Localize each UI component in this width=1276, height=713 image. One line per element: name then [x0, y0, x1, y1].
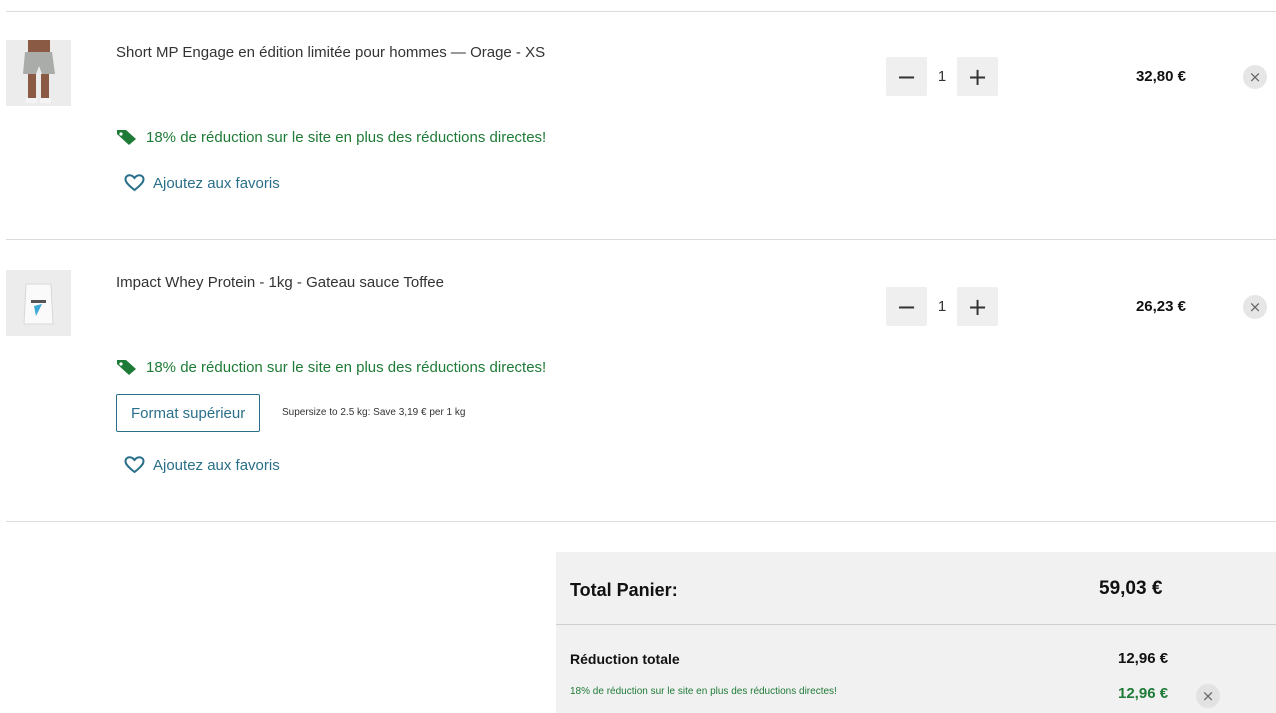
remove-item-button[interactable]: × — [1243, 295, 1267, 319]
decrease-quantity-button[interactable]: − — [886, 57, 927, 96]
product-image-whey[interactable] — [6, 270, 71, 336]
cart-summary: Total Panier: 59,03 € Réduction totale 1… — [556, 552, 1276, 713]
heart-icon — [124, 174, 145, 192]
promo-message: 18% de réduction sur le site en plus des… — [116, 358, 546, 376]
summary-divider — [556, 624, 1276, 625]
promo-discount-value: 12,96 € — [1118, 685, 1169, 702]
discount-label: Réduction totale — [570, 651, 680, 667]
quantity-value: 1 — [937, 68, 947, 85]
promo-message: 18% de réduction sur le site en plus des… — [116, 128, 546, 146]
decrease-quantity-button[interactable]: − — [886, 287, 927, 326]
promo-text: 18% de réduction sur le site en plus des… — [146, 128, 547, 146]
item-price: 26,23 € — [1135, 298, 1186, 315]
product-title[interactable]: Impact Whey Protein - 1kg - Gateau sauce… — [116, 274, 444, 291]
product-image-shorts[interactable] — [6, 40, 71, 106]
add-to-favorites-link[interactable]: Ajoutez aux favoris — [124, 174, 280, 192]
quantity-stepper: − 1 + — [886, 287, 998, 326]
divider — [6, 239, 1276, 240]
discount-value: 12,96 € — [1118, 650, 1169, 667]
quantity-stepper: − 1 + — [886, 57, 998, 96]
quantity-value: 1 — [937, 298, 947, 315]
upsize-savings-text: Supersize to 2.5 kg: Save 3,19 € per 1 k… — [282, 407, 466, 418]
divider — [6, 521, 1276, 522]
tag-icon — [117, 360, 136, 375]
heart-icon — [124, 456, 145, 474]
tag-icon — [117, 130, 136, 145]
promo-discount-label: 18% de réduction sur le site en plus des… — [570, 686, 837, 697]
total-value: 59,03 € — [1099, 578, 1163, 599]
promo-text: 18% de réduction sur le site en plus des… — [146, 358, 547, 376]
favorites-label: Ajoutez aux favoris — [153, 456, 280, 474]
item-price: 32,80 € — [1135, 68, 1186, 85]
divider-top — [6, 11, 1276, 12]
favorites-label: Ajoutez aux favoris — [153, 174, 280, 192]
product-title[interactable]: Short MP Engage en édition limitée pour … — [116, 44, 545, 61]
add-to-favorites-link[interactable]: Ajoutez aux favoris — [124, 456, 280, 474]
upsize-button[interactable]: Format supérieur — [116, 394, 261, 432]
increase-quantity-button[interactable]: + — [957, 287, 998, 326]
remove-item-button[interactable]: × — [1243, 65, 1267, 89]
remove-promo-button[interactable]: × — [1196, 684, 1220, 708]
increase-quantity-button[interactable]: + — [957, 57, 998, 96]
total-label: Total Panier: — [570, 580, 678, 600]
